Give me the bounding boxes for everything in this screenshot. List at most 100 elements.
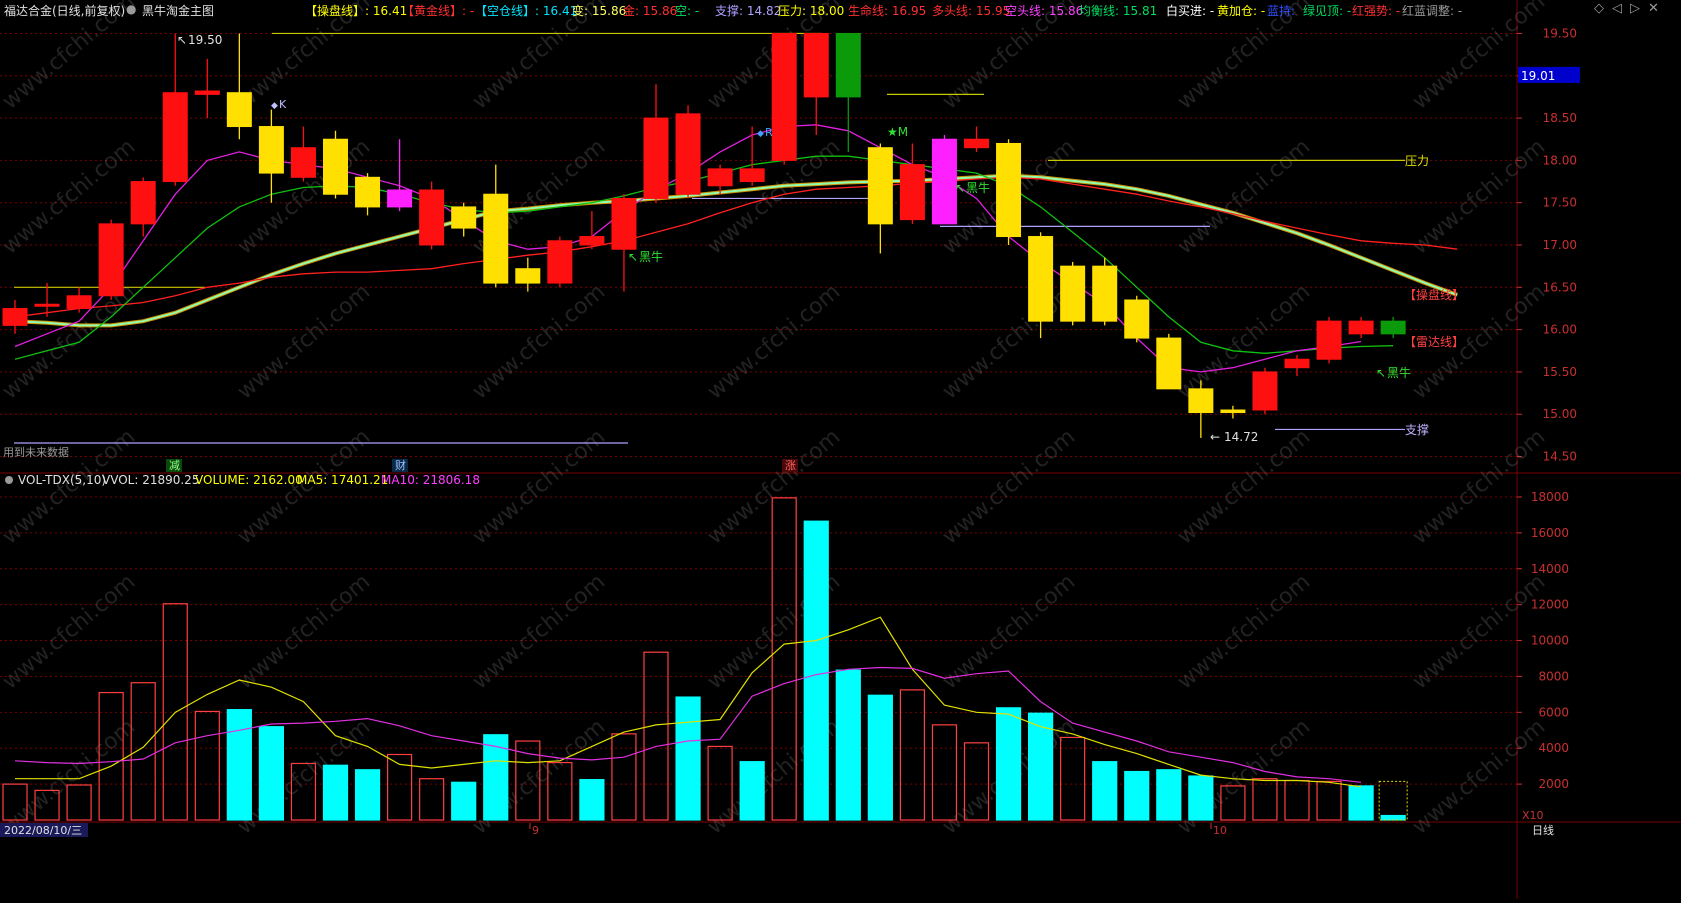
candle-body: [34, 303, 60, 307]
volume-bar: [579, 779, 605, 821]
candle-body: [1028, 236, 1054, 322]
candle-body: [515, 268, 541, 284]
volume-bar: [354, 769, 381, 821]
indicator-item: 支撑: 14.82: [715, 4, 782, 18]
candle-body: [964, 138, 989, 149]
volume-tick-label: 6000: [1538, 705, 1569, 719]
candle-body: [419, 189, 445, 246]
indicator-item: 红蓝调整: -: [1402, 4, 1463, 18]
event-badge: 财: [395, 458, 406, 472]
pressure-label: 压力: [1405, 154, 1429, 168]
caret-right-icon[interactable]: ▷: [1630, 1, 1640, 16]
indicator-item: 变: 15.86: [572, 4, 627, 18]
price-tick-label: 15.00: [1543, 407, 1577, 421]
price-tick-label: 18.50: [1543, 111, 1577, 125]
candle-body: [451, 206, 477, 229]
indicator-name[interactable]: 黑牛淘金主图: [142, 2, 214, 19]
candle-body: [1284, 358, 1310, 369]
close-icon[interactable]: ✕: [1648, 1, 1659, 16]
diamond-icon: ◆: [271, 101, 278, 111]
volume-bar: [675, 696, 701, 821]
candle-body: [899, 164, 925, 221]
start-date-label: 2022/08/10/三: [4, 824, 82, 837]
volume-indicator-name: VOL-TDX(5,10): [18, 473, 106, 487]
volume-bar: [1348, 785, 1374, 821]
candle-body: [66, 295, 92, 309]
candle-body: [996, 142, 1022, 238]
volume-bar: [1380, 814, 1406, 821]
vvol-value: VVOL: 21890.25: [102, 473, 199, 487]
price-tick-label: 17.00: [1543, 238, 1577, 252]
indicator-item: 绿见顶: -: [1303, 4, 1352, 18]
price-tick-label: 15.50: [1543, 365, 1577, 379]
volume-bar: [1027, 712, 1054, 821]
candle-body: [675, 113, 701, 195]
stock-title[interactable]: 福达合金(日线,前复权): [4, 2, 125, 19]
candle-body: [1124, 299, 1150, 339]
candle-body: [1156, 337, 1182, 390]
caret-left-icon[interactable]: ◁: [1612, 1, 1622, 16]
arrow-icon: ←: [1210, 430, 1220, 444]
candle-body: [1252, 371, 1278, 411]
candle-body: [387, 189, 413, 208]
price-tick-label: 19.50: [1543, 26, 1577, 40]
candle-body: [98, 223, 124, 297]
black-bull-label: 黑牛: [966, 180, 990, 195]
volume-bar: [1092, 761, 1118, 821]
volume-tick-label: 8000: [1538, 669, 1569, 683]
collapse-circle-icon[interactable]: ●: [126, 2, 136, 16]
volume-bar: [867, 694, 893, 821]
indicator-item: 【黄金线】: -: [402, 4, 475, 18]
volume-unit-label: X10: [1522, 809, 1544, 822]
candle-body: [739, 168, 765, 183]
signal-m-label: ★M: [887, 125, 908, 139]
arrow-icon: ↖: [628, 250, 638, 264]
diamond-icon[interactable]: ◇: [1594, 1, 1604, 16]
operate-line-label: 【操盘线】: [1404, 287, 1464, 302]
period-label: 日线: [1532, 823, 1554, 837]
arrow-icon: ↖: [177, 33, 187, 47]
candle-body: [355, 176, 381, 208]
volume-bar: [835, 669, 861, 821]
chart-stage[interactable]: 19.5019.0018.5018.0017.5017.0016.5016.00…: [0, 0, 1681, 899]
arrow-icon: ↖: [955, 181, 965, 195]
candle-body: [803, 32, 829, 98]
header-bar: 福达合金(日线,前复权) ● 黑牛淘金主图 【操盘线】: 16.41 【黄金线】:…: [0, 0, 1681, 20]
price-tick-label: 16.00: [1543, 323, 1577, 337]
price-tick-label: 16.50: [1543, 280, 1577, 294]
candle-body: [867, 147, 893, 225]
diamond-icon: ◆: [757, 129, 764, 139]
indicator-item: 白买进: -: [1166, 4, 1215, 18]
volume-bar: [1188, 775, 1214, 821]
volume-ma5-value: MA5: 17401.21: [297, 473, 388, 487]
signal-k-label: K: [279, 98, 287, 111]
event-badge: 减: [169, 459, 180, 472]
candle-body: [931, 138, 957, 225]
black-bull-label: 黑牛: [1387, 365, 1411, 380]
volume-bar: [322, 764, 349, 821]
volume-ma10-value: MA10: 21806.18: [381, 473, 480, 487]
collapse-circle-icon: [5, 476, 13, 484]
candle-body: [771, 32, 797, 161]
volume-bar: [739, 761, 765, 821]
high-price-label: 19.50: [188, 33, 222, 47]
volume-tick-label: 10000: [1531, 634, 1569, 648]
volume-tick-label: 4000: [1538, 741, 1569, 755]
volume-bar: [483, 734, 509, 821]
indicator-item: 金: 15.86: [623, 4, 678, 18]
indicator-item: 生命线: 16.95: [848, 4, 927, 18]
candle-body: [707, 168, 733, 187]
month-10-label: 10: [1213, 824, 1227, 837]
candle-body: [643, 117, 669, 199]
chart-canvas[interactable]: 19.5019.0018.5018.0017.5017.0016.5016.00…: [0, 0, 1681, 899]
volume-tick-label: 2000: [1538, 777, 1569, 791]
candle-body: [1316, 320, 1342, 360]
candle-body: [1060, 265, 1086, 322]
volume-bar: [258, 726, 284, 821]
candle-body: [323, 138, 348, 195]
candle-body: [1380, 320, 1406, 335]
volume-value: VOLUME: 2162.00: [195, 473, 303, 487]
candle-body: [226, 92, 252, 128]
candle-body: [258, 126, 284, 174]
volume-bar: [226, 709, 252, 821]
